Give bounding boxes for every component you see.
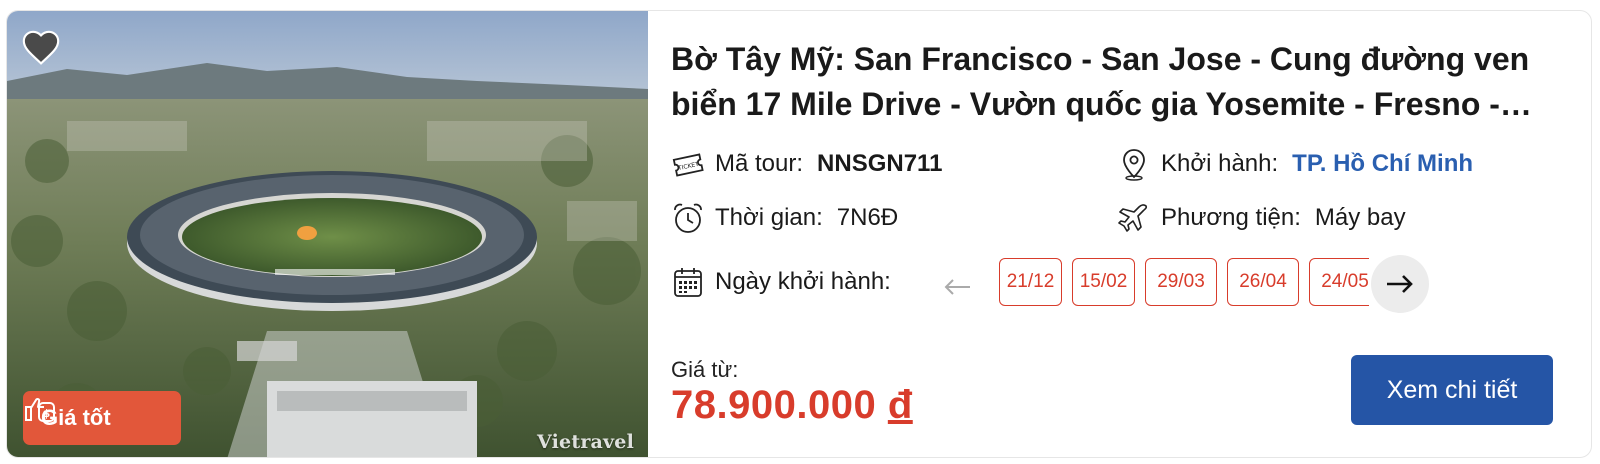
tour-code-value: NNSGN711 <box>817 150 943 177</box>
arrow-right-icon <box>1387 275 1413 293</box>
departure-dates-label: Ngày khởi hành: <box>715 268 891 295</box>
airplane-icon <box>1117 201 1151 235</box>
transport-value: Máy bay <box>1314 204 1406 231</box>
departure-value[interactable]: TP. Hồ Chí Minh <box>1292 150 1473 178</box>
favorite-button[interactable] <box>21 29 61 65</box>
thumbs-up-money-icon: $ <box>25 397 55 422</box>
date-chip[interactable]: 24/05 <box>1309 258 1369 306</box>
transport-label: Phương tiện: <box>1161 204 1301 231</box>
tour-info: Bờ Tây Mỹ: San Francisco - San Jose - Cu… <box>671 11 1591 457</box>
departure-dates-row: Ngày khởi hành: <box>671 265 891 299</box>
price-currency: đ <box>887 383 913 427</box>
departure-label: Khởi hành: <box>1161 150 1279 177</box>
duration-label: Thời gian: <box>715 204 823 231</box>
duration-value: 7N6Đ <box>836 204 899 231</box>
vietravel-watermark: Vietravel <box>537 431 634 453</box>
ticket-icon: TICKET <box>671 147 705 181</box>
calendar-icon <box>671 265 705 299</box>
arrow-left-icon <box>944 279 970 295</box>
date-chip[interactable]: 26/04 <box>1227 258 1299 306</box>
duration-row: Thời gian: 7N6Đ <box>671 201 898 235</box>
heart-icon <box>22 30 60 65</box>
tour-title[interactable]: Bờ Tây Mỹ: San Francisco - San Jose - Cu… <box>671 37 1551 127</box>
tour-card: $ Giá tốt Vietravel Bờ Tây Mỹ: San Franc… <box>6 10 1592 458</box>
price-from-label: Giá từ: <box>671 357 739 382</box>
departure-row: Khởi hành: TP. Hồ Chí Minh <box>1117 147 1473 181</box>
departure-date-list: 21/12 15/02 29/03 26/04 24/05 <box>999 258 1369 308</box>
price-amount: 78.900.000 <box>671 383 877 427</box>
date-chip[interactable]: 15/02 <box>1072 258 1135 306</box>
best-price-badge: $ Giá tốt <box>23 391 181 445</box>
dates-prev-button[interactable] <box>937 267 977 307</box>
alarm-clock-icon <box>671 201 705 235</box>
location-pin-icon <box>1117 147 1151 181</box>
date-chip[interactable]: 21/12 <box>999 258 1062 306</box>
tour-image[interactable]: $ Giá tốt Vietravel <box>7 11 648 457</box>
date-chip[interactable]: 29/03 <box>1145 258 1217 306</box>
view-details-button[interactable]: Xem chi tiết <box>1351 355 1553 425</box>
transport-row: Phương tiện: Máy bay <box>1117 201 1406 235</box>
tour-code-row: TICKET Mã tour: NNSGN711 <box>671 147 942 181</box>
svg-text:$: $ <box>43 407 51 420</box>
dates-next-button[interactable] <box>1371 255 1429 313</box>
tour-code-label: Mã tour: <box>715 150 804 177</box>
price-value: 78.900.000 đ <box>671 383 913 428</box>
